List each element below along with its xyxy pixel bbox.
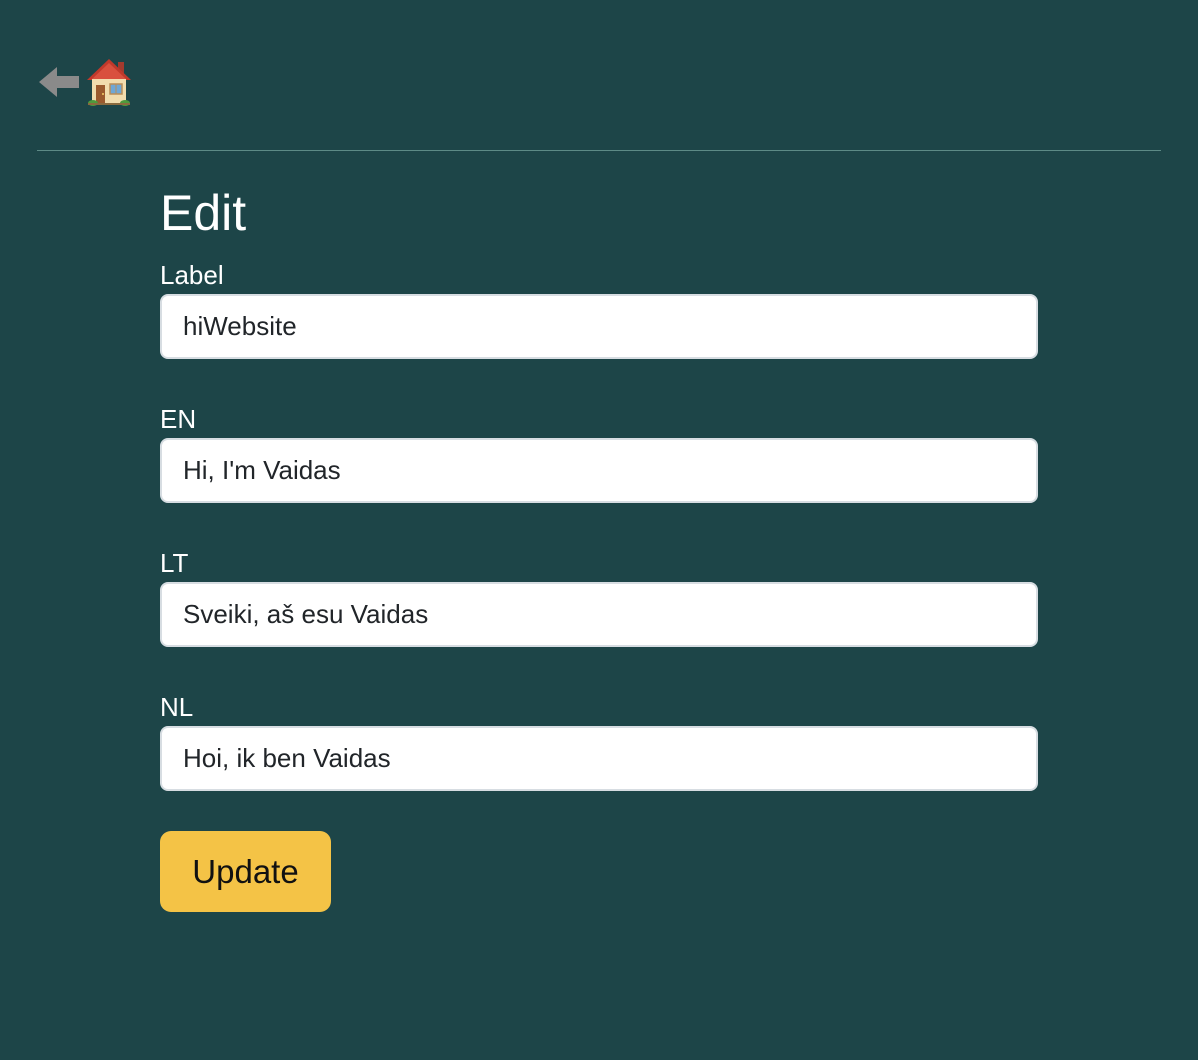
edit-form: Edit Label EN LT NL Update bbox=[160, 182, 1038, 912]
nl-input[interactable] bbox=[160, 726, 1038, 791]
top-navigation bbox=[37, 54, 133, 110]
page-title: Edit bbox=[160, 185, 247, 241]
field-label-label: Label bbox=[160, 260, 224, 290]
field-label-nl: NL bbox=[160, 692, 194, 722]
field-group-nl: NL bbox=[160, 693, 1038, 791]
field-group-lt: LT bbox=[160, 549, 1038, 647]
back-arrow-icon[interactable] bbox=[37, 64, 81, 100]
house-icon[interactable] bbox=[85, 56, 133, 108]
update-button[interactable]: Update bbox=[160, 831, 331, 912]
field-label-en: EN bbox=[160, 404, 197, 434]
label-input[interactable] bbox=[160, 294, 1038, 359]
field-label-lt: LT bbox=[160, 548, 189, 578]
lt-input[interactable] bbox=[160, 582, 1038, 647]
field-group-en: EN bbox=[160, 405, 1038, 503]
en-input[interactable] bbox=[160, 438, 1038, 503]
header-divider bbox=[37, 150, 1161, 151]
field-group-label: Label bbox=[160, 261, 1038, 359]
